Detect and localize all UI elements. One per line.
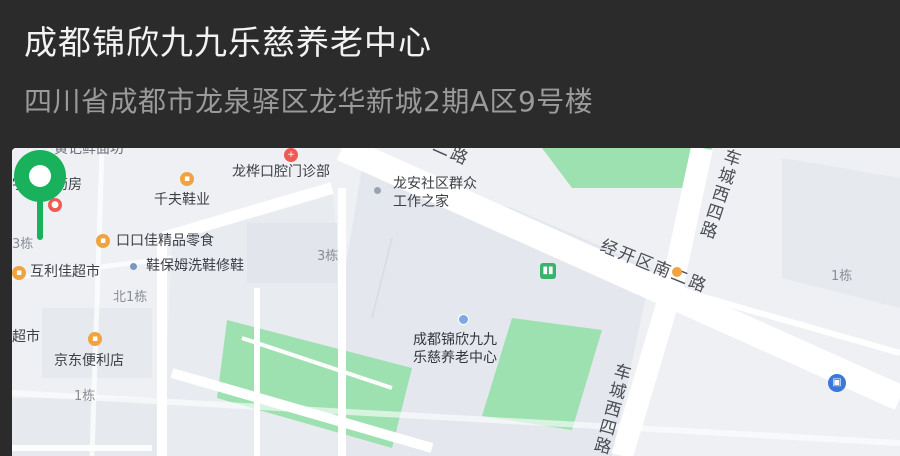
poi-label[interactable]: 鞋保姆洗鞋修鞋 bbox=[146, 258, 244, 274]
building-label: 3栋 bbox=[317, 249, 339, 264]
building-label: 1栋 bbox=[74, 389, 96, 404]
destination-label[interactable]: 成都锦欣九九 乐慈养老中心 bbox=[413, 331, 497, 367]
restroom-icon: ▮▮ bbox=[540, 263, 556, 279]
place-address: 四川省成都市龙泉驿区龙华新城2期A区9号楼 bbox=[24, 85, 594, 118]
map-view[interactable]: 二路 经开区南二路 车城西四路 车城西四路 3栋 3栋 北1栋 1栋 1栋 黄记… bbox=[12, 148, 900, 456]
destination-label-line1: 成都锦欣九九 bbox=[413, 332, 497, 348]
building-label: 1栋 bbox=[831, 269, 853, 284]
community-icon bbox=[374, 187, 381, 194]
shop-icon: ▪ bbox=[180, 172, 194, 186]
poi-label[interactable]: 口口佳精品零食 bbox=[116, 233, 214, 249]
store-icon: ▪ bbox=[88, 332, 102, 346]
dot-icon bbox=[130, 263, 137, 270]
poi-label[interactable]: 工作之家 bbox=[393, 194, 449, 210]
poi-label[interactable]: 千夫鞋业 bbox=[154, 192, 210, 208]
poi-label[interactable]: 龙安社区群众 bbox=[393, 176, 477, 192]
supermarket-icon: ▪ bbox=[12, 266, 26, 280]
snack-icon: ▪ bbox=[96, 234, 110, 248]
building-label: 北1栋 bbox=[113, 290, 148, 305]
location-pin-icon[interactable] bbox=[12, 148, 68, 240]
place-header: 成都锦欣九九乐慈养老中心 四川省成都市龙泉驿区龙华新城2期A区9号楼 bbox=[0, 0, 900, 146]
destination-dot bbox=[458, 314, 469, 325]
poi-label[interactable]: 京东便利店 bbox=[54, 353, 124, 369]
poi-label[interactable]: 超市 bbox=[12, 329, 40, 345]
place-title: 成都锦欣九九乐慈养老中心 bbox=[24, 23, 432, 62]
destination-label-line2: 乐慈养老中心 bbox=[413, 350, 497, 366]
clinic-icon: + bbox=[284, 148, 298, 162]
crossing-icon bbox=[672, 267, 682, 277]
poi-label[interactable]: 互利佳超市 bbox=[30, 264, 100, 280]
poi-label[interactable]: 龙桦口腔门诊部 bbox=[232, 164, 330, 180]
bus-stop-icon[interactable]: ▣ bbox=[828, 374, 846, 392]
